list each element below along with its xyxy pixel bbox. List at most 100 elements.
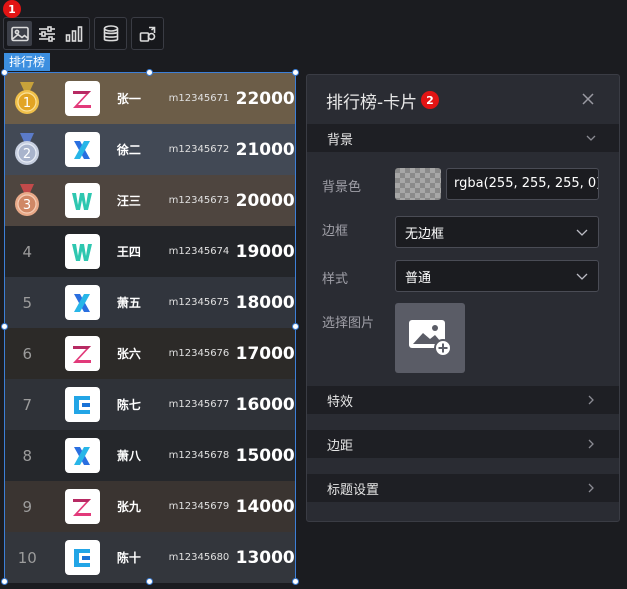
rank-score: 13000 bbox=[235, 547, 295, 568]
data-source-button[interactable] bbox=[98, 21, 123, 46]
rank-row: 2 徐二 m12345672 21000 bbox=[5, 124, 295, 175]
bronze-medal-icon: 3 bbox=[15, 183, 40, 216]
w-logo-icon bbox=[72, 192, 93, 210]
ranking-list[interactable]: 1 张一 m12345671 22000 2 徐二 m12345672 21000 3 汪三 m12… bbox=[4, 72, 296, 583]
avatar bbox=[64, 183, 100, 218]
chevron-down-icon bbox=[576, 229, 588, 236]
property-panel: 排行榜-卡片 2 背景 背景色 rgba(255, 255, 255, 0) 边… bbox=[306, 74, 620, 522]
rank-score: 21000 bbox=[235, 139, 295, 160]
resize-handle-left[interactable] bbox=[1, 323, 8, 330]
rank-row: 6 张六 m12345676 17000 bbox=[5, 328, 295, 379]
interaction-button[interactable] bbox=[135, 21, 160, 46]
resize-handle-right[interactable] bbox=[292, 323, 299, 330]
step-badge-1: 1 bbox=[3, 0, 21, 18]
logo-cell bbox=[50, 328, 115, 379]
rank-id: m12345675 bbox=[168, 297, 230, 308]
rank-id: m12345671 bbox=[168, 93, 230, 104]
rank-row: 8 萧八 m12345678 15000 bbox=[5, 430, 295, 481]
chart-button[interactable] bbox=[61, 21, 86, 46]
section-title-settings-label: 标题设置 bbox=[327, 482, 380, 498]
x-logo-icon bbox=[74, 293, 91, 312]
style-select-value: 普通 bbox=[405, 270, 432, 286]
section-background[interactable]: 背景 bbox=[307, 124, 619, 152]
rank-score: 16000 bbox=[235, 394, 295, 415]
logo-cell bbox=[50, 73, 115, 124]
resize-handle-top-left[interactable] bbox=[1, 69, 8, 76]
rank-score: 20000 bbox=[235, 190, 295, 211]
resize-handle-bottom[interactable] bbox=[146, 578, 153, 585]
add-image-icon bbox=[409, 320, 452, 357]
logo-cell bbox=[50, 226, 115, 277]
logo-cell bbox=[50, 277, 115, 328]
rank-number: 5 bbox=[22, 293, 33, 312]
rank-number: 8 bbox=[22, 446, 33, 465]
c-logo-icon bbox=[74, 395, 91, 414]
w-logo-icon bbox=[72, 243, 93, 261]
chevron-down-icon bbox=[586, 135, 596, 141]
section-effects[interactable]: 特效 bbox=[307, 386, 619, 414]
rank-number: 7 bbox=[22, 395, 33, 414]
border-select[interactable]: 无边框 bbox=[395, 216, 599, 248]
rank-number: 4 bbox=[22, 242, 33, 261]
resize-handle-top[interactable] bbox=[146, 69, 153, 76]
rank-name: 陈七 bbox=[116, 398, 141, 412]
toolbar-group-view bbox=[3, 17, 90, 50]
section-effects-label: 特效 bbox=[327, 394, 354, 410]
section-background-label: 背景 bbox=[327, 132, 354, 148]
logo-cell bbox=[50, 124, 115, 175]
logo-cell bbox=[50, 430, 115, 481]
bg-color-input[interactable]: rgba(255, 255, 255, 0) bbox=[446, 168, 599, 200]
section-margin-label: 边距 bbox=[327, 438, 354, 454]
avatar bbox=[64, 234, 100, 269]
style-label: 样式 bbox=[322, 272, 349, 287]
rank-score: 14000 bbox=[235, 496, 295, 517]
avatar bbox=[64, 336, 100, 371]
bg-color-swatch[interactable] bbox=[395, 168, 441, 200]
rank-row: 5 萧五 m12345675 18000 bbox=[5, 277, 295, 328]
avatar bbox=[64, 81, 100, 116]
avatar bbox=[64, 387, 100, 422]
rank-id: m12345673 bbox=[168, 195, 230, 206]
close-button[interactable] bbox=[579, 90, 597, 108]
logo-cell bbox=[50, 532, 115, 583]
resize-handle-bottom-right[interactable] bbox=[292, 578, 299, 585]
resize-handle-top-right[interactable] bbox=[292, 69, 299, 76]
section-margin[interactable]: 边距 bbox=[307, 430, 619, 458]
rank-name: 张一 bbox=[116, 92, 141, 106]
rank-id: m12345676 bbox=[168, 348, 230, 359]
image-label: 选择图片 bbox=[322, 316, 375, 331]
style-select[interactable]: 普通 bbox=[395, 260, 599, 292]
avatar bbox=[64, 285, 100, 320]
image-picker[interactable] bbox=[395, 303, 465, 373]
component-tag[interactable]: 排行榜 bbox=[4, 53, 51, 71]
section-title-settings[interactable]: 标题设置 bbox=[307, 474, 619, 502]
image-button[interactable] bbox=[7, 21, 32, 46]
rank-name: 张九 bbox=[116, 500, 141, 514]
sliders-icon bbox=[38, 25, 55, 42]
shape-swap-icon bbox=[139, 26, 155, 42]
logo-cell bbox=[50, 379, 115, 430]
step-badge-2: 2 bbox=[421, 91, 439, 109]
rank-name: 徐二 bbox=[116, 143, 141, 157]
bar-chart-icon bbox=[65, 25, 82, 42]
rank-id: m12345672 bbox=[168, 144, 230, 155]
chevron-right-icon bbox=[588, 439, 594, 449]
rank-name: 张六 bbox=[116, 347, 141, 361]
z-logo-icon bbox=[73, 90, 92, 108]
rank-name: 萧八 bbox=[116, 449, 141, 463]
silver-medal-icon: 2 bbox=[15, 132, 40, 165]
rank-number: 3 bbox=[23, 198, 31, 213]
settings-button[interactable] bbox=[34, 21, 59, 46]
logo-cell bbox=[50, 175, 115, 226]
avatar bbox=[64, 438, 100, 473]
panel-header: 排行榜-卡片 2 bbox=[307, 75, 619, 123]
rank-number: 2 bbox=[23, 147, 31, 162]
rank-row: 1 张一 m12345671 22000 bbox=[5, 73, 295, 124]
database-icon bbox=[103, 24, 118, 41]
border-label: 边框 bbox=[322, 224, 349, 239]
rank-name: 汪三 bbox=[116, 194, 141, 208]
z-logo-icon bbox=[73, 498, 92, 516]
resize-handle-bottom-left[interactable] bbox=[1, 578, 8, 585]
rank-row: 7 陈七 m12345677 16000 bbox=[5, 379, 295, 430]
avatar bbox=[64, 132, 100, 167]
